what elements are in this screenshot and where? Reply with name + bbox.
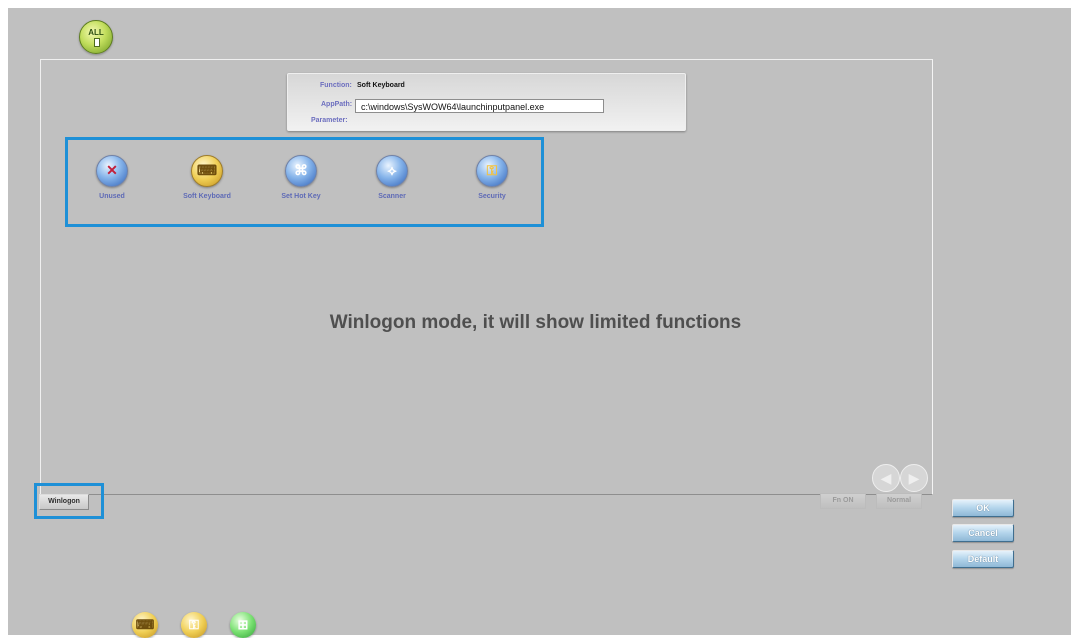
- next-arrow-icon[interactable]: ▶: [900, 464, 928, 492]
- fn-on-button[interactable]: Fn ON: [820, 493, 866, 509]
- previous-arrow-icon[interactable]: ◀: [872, 464, 900, 492]
- function-info-card: Function: Soft Keyboard AppPath: c:\wind…: [287, 73, 686, 131]
- function-scanner[interactable]: ⟡ Scanner: [347, 155, 437, 200]
- apppath-field[interactable]: c:\windows\SysWOW64\launchinputpanel.exe: [355, 99, 604, 113]
- function-label-unused: Unused: [99, 193, 125, 200]
- dock-security-icon[interactable]: ⚿: [181, 612, 207, 638]
- key-icon: ⚿: [476, 155, 508, 187]
- x-icon: ✕: [96, 155, 128, 187]
- function-label-soft-keyboard: Soft Keyboard: [183, 193, 231, 200]
- function-value: Soft Keyboard: [357, 82, 405, 89]
- winlogon-button[interactable]: Winlogon: [39, 494, 89, 510]
- function-security[interactable]: ⚿ Security: [447, 155, 537, 200]
- page-nav: ◀ ▶: [872, 464, 928, 492]
- all-badge-label: ALL: [88, 28, 104, 37]
- scanner-icon: ⟡: [376, 155, 408, 187]
- function-set-hot-key[interactable]: ⌘ Set Hot Key: [256, 155, 346, 200]
- parameter-label: Parameter:: [311, 117, 348, 124]
- ok-button[interactable]: OK: [952, 499, 1014, 517]
- apppath-label: AppPath:: [321, 101, 353, 108]
- keyboard-icon: ⌨: [191, 155, 223, 187]
- all-functions-icon[interactable]: ALL: [79, 20, 113, 54]
- winlogon-message: Winlogon mode, it will show limited func…: [329, 312, 742, 333]
- function-label: Function:: [320, 82, 352, 89]
- default-button[interactable]: Default: [952, 550, 1014, 568]
- cancel-button[interactable]: Cancel: [952, 524, 1014, 542]
- all-badge-marker: [94, 38, 100, 47]
- function-unused[interactable]: ✕ Unused: [67, 155, 157, 200]
- function-label-set-hot-key: Set Hot Key: [281, 193, 321, 200]
- normal-button[interactable]: Normal: [876, 493, 922, 509]
- hotkey-icon: ⌘: [285, 155, 317, 187]
- dock-soft-keyboard-icon[interactable]: ⌨: [132, 612, 158, 638]
- function-label-security: Security: [478, 193, 506, 200]
- dock-windows-icon[interactable]: ⊞: [230, 612, 256, 638]
- function-soft-keyboard[interactable]: ⌨ Soft Keyboard: [162, 155, 252, 200]
- function-label-scanner: Scanner: [378, 193, 406, 200]
